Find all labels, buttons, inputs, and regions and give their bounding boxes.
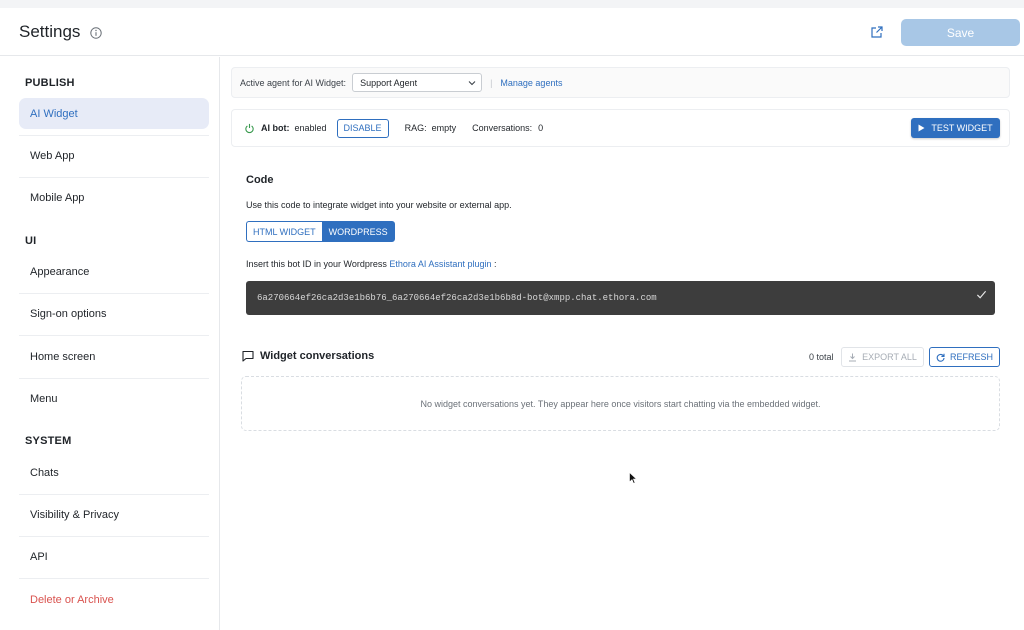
plugin-link[interactable]: Ethora AI Assistant plugin bbox=[389, 259, 491, 269]
code-description: Use this code to integrate widget into y… bbox=[246, 200, 512, 210]
divider bbox=[19, 177, 209, 178]
mouse-cursor bbox=[629, 472, 637, 484]
tab-wordpress[interactable]: WORDPRESS bbox=[321, 221, 395, 242]
widget-conversations-label: Widget conversations bbox=[260, 350, 375, 362]
page-title: Settings bbox=[19, 22, 81, 41]
rag-label: RAG: bbox=[404, 123, 427, 133]
section-title-publish: PUBLISH bbox=[25, 77, 75, 89]
divider bbox=[19, 293, 209, 294]
divider bbox=[19, 536, 209, 537]
section-title-system: SYSTEM bbox=[25, 435, 72, 447]
manage-agents-link[interactable]: Manage agents bbox=[500, 78, 562, 88]
empty-conversations-message: No widget conversations yet. They appear… bbox=[420, 398, 821, 409]
empty-conversations-box: No widget conversations yet. They appear… bbox=[241, 376, 1000, 431]
download-icon bbox=[849, 353, 857, 361]
separator: | bbox=[490, 77, 493, 88]
settings-app: Settings Save PUBLISH AI Widget Web App … bbox=[0, 8, 1024, 630]
play-icon bbox=[918, 124, 925, 132]
conversations-count: 0 bbox=[538, 123, 544, 133]
conversations-total: 0 total bbox=[809, 352, 834, 362]
ai-bot-status-bar: AI bot: enabled DISABLE RAG: empty Conve… bbox=[231, 109, 1010, 147]
bot-id-code-box[interactable]: 6a270664ef26ca2d3e1b6b76_6a270664ef26ca2… bbox=[246, 281, 995, 315]
save-button[interactable]: Save bbox=[901, 19, 1020, 46]
divider bbox=[19, 494, 209, 495]
agent-select-value: Support Agent bbox=[360, 77, 418, 88]
test-widget-label: TEST WIDGET bbox=[931, 123, 993, 133]
rag-value: empty bbox=[431, 123, 457, 133]
sidebar-item-mobile-app[interactable]: Mobile App bbox=[19, 182, 209, 213]
sidebar: PUBLISH AI Widget Web App Mobile App UI … bbox=[0, 57, 220, 630]
refresh-icon bbox=[936, 353, 945, 362]
sidebar-item-ai-widget[interactable]: AI Widget bbox=[19, 98, 209, 129]
agent-select[interactable]: Support Agent bbox=[352, 73, 483, 92]
sidebar-item-web-app[interactable]: Web App bbox=[19, 140, 209, 171]
sidebar-item-delete-archive[interactable]: Delete or Archive bbox=[19, 584, 209, 615]
insert-suffix: : bbox=[494, 259, 497, 269]
disable-button[interactable]: DISABLE bbox=[336, 118, 389, 138]
divider bbox=[19, 335, 209, 336]
power-icon bbox=[245, 123, 254, 133]
code-section-title: Code bbox=[246, 174, 274, 186]
divider bbox=[19, 578, 209, 579]
test-widget-button[interactable]: TEST WIDGET bbox=[911, 118, 1000, 138]
insert-prefix: Insert this bot ID in your Wordpress bbox=[246, 259, 387, 269]
sidebar-item-menu[interactable]: Menu bbox=[19, 383, 209, 414]
section-title-ui: UI bbox=[25, 235, 37, 247]
chat-icon bbox=[242, 350, 254, 362]
code-format-toggle: HTML WIDGET WORDPRESS bbox=[246, 221, 395, 242]
bot-id-value: 6a270664ef26ca2d3e1b6b76_6a270664ef26ca2… bbox=[257, 293, 657, 303]
check-icon[interactable] bbox=[976, 289, 987, 300]
active-agent-bar: Active agent for AI Widget: Support Agen… bbox=[231, 67, 1010, 98]
info-icon[interactable] bbox=[90, 27, 102, 39]
refresh-label: REFRESH bbox=[949, 352, 993, 362]
ai-bot-label: AI bot: bbox=[261, 123, 290, 133]
external-link-icon[interactable] bbox=[870, 25, 884, 39]
active-agent-label: Active agent for AI Widget: bbox=[240, 77, 347, 88]
divider bbox=[19, 135, 209, 136]
tab-html-widget[interactable]: HTML WIDGET bbox=[246, 221, 322, 242]
sidebar-item-appearance[interactable]: Appearance bbox=[19, 256, 209, 287]
sidebar-item-chats[interactable]: Chats bbox=[19, 457, 209, 488]
export-all-label: EXPORT ALL bbox=[862, 352, 917, 362]
refresh-button[interactable]: REFRESH bbox=[929, 347, 1000, 367]
widget-conversations-title: Widget conversations bbox=[242, 350, 374, 362]
sidebar-item-api[interactable]: API bbox=[19, 541, 209, 572]
conversations-label: Conversations: bbox=[472, 123, 533, 133]
sidebar-item-sign-on-options[interactable]: Sign-on options bbox=[19, 298, 209, 329]
ai-bot-status: enabled bbox=[294, 123, 327, 133]
divider bbox=[19, 378, 209, 379]
insert-instruction: Insert this bot ID in your Wordpress Eth… bbox=[246, 259, 497, 269]
sidebar-item-visibility-privacy[interactable]: Visibility & Privacy bbox=[19, 499, 209, 530]
header: Settings Save bbox=[0, 8, 1024, 56]
chevron-down-icon bbox=[468, 80, 476, 85]
export-all-button[interactable]: EXPORT ALL bbox=[841, 347, 924, 367]
sidebar-item-home-screen[interactable]: Home screen bbox=[19, 341, 209, 372]
